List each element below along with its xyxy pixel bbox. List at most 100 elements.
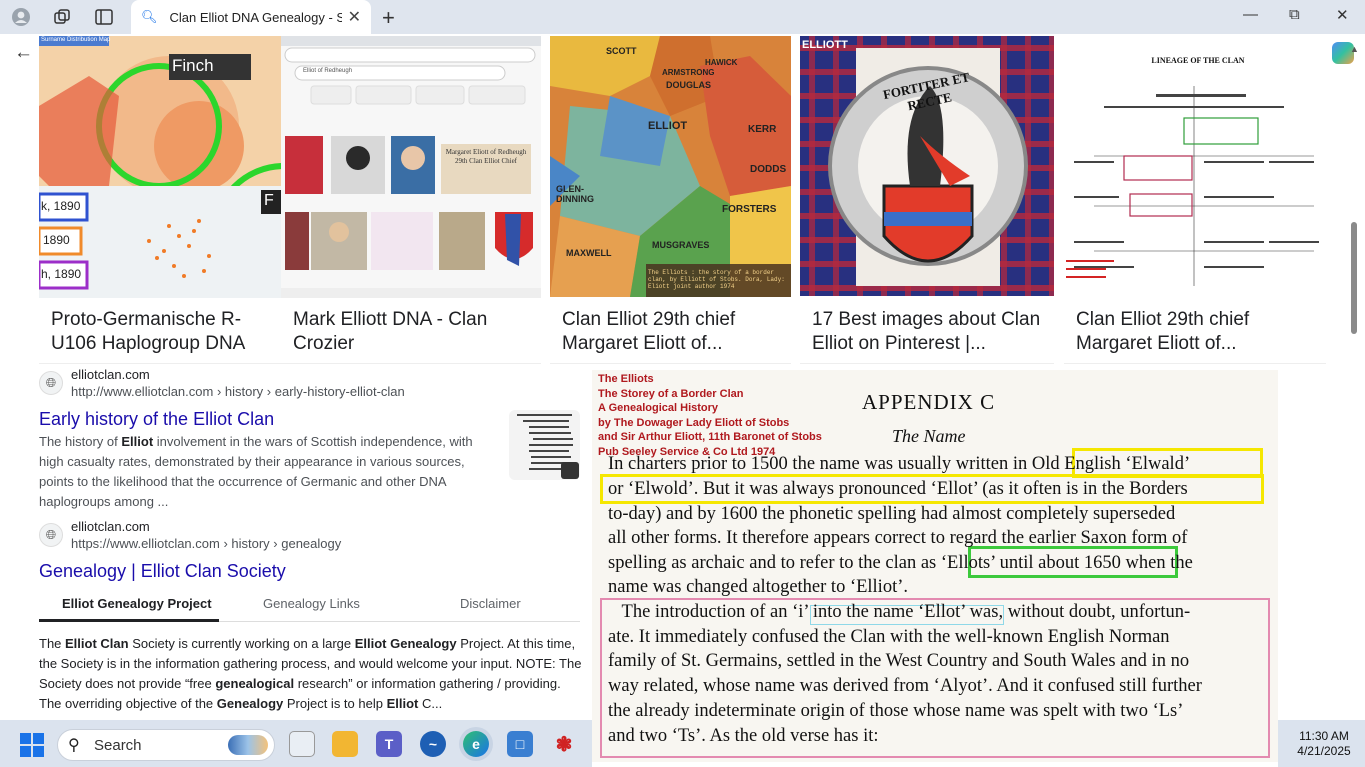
book-text-line: and two ‘Ts’. As the old verse has it: bbox=[608, 726, 879, 746]
image-result-1[interactable]: Surname Distribution Map Finch k, 1890 1… bbox=[39, 36, 281, 364]
image-thumbnail[interactable]: SCOTT HAWICK ARMSTRONG DOUGLAS ELLIOT KE… bbox=[550, 36, 791, 297]
book-header-line: and Sir Arthur Eliott, 11th Baronet of S… bbox=[598, 431, 822, 443]
tab-active[interactable]: 🔍︎ Clan Elliot DNA Genealogy - Searc ✕ bbox=[131, 0, 371, 34]
book-text-line: the already indeterminate origin of thos… bbox=[608, 701, 1184, 721]
book-text-line: The introduction of an ‘i’ into the name… bbox=[608, 602, 1191, 622]
book-text-line: way related, whose name was derived from… bbox=[608, 676, 1202, 696]
result-site-name[interactable]: elliotclan.com bbox=[71, 519, 150, 534]
map-word: ARMSTRONG bbox=[662, 68, 715, 77]
image-result-5[interactable]: LINEAGE OF THE CLAN Clan Elliot 29th chi… bbox=[1064, 36, 1326, 364]
image-caption[interactable]: Mark Elliott DNA - Clan Crozier bbox=[293, 308, 533, 358]
image-result-4[interactable]: ELLIOTT FORTITER ET RECTE 17 Best images… bbox=[800, 36, 1054, 364]
clock-time: 11:30 AM bbox=[1299, 729, 1349, 743]
edge-browser-icon[interactable]: e bbox=[463, 731, 489, 757]
scroll-up-icon[interactable]: ▲ bbox=[1350, 44, 1359, 54]
result-url[interactable]: https://www.elliotclan.com › history › g… bbox=[71, 536, 341, 551]
profile-icon[interactable] bbox=[10, 7, 32, 27]
map-word: HAWICK bbox=[705, 58, 738, 67]
subtab-elliot-genealogy-project[interactable]: Elliot Genealogy Project bbox=[62, 596, 212, 611]
remote-desktop-icon[interactable]: □ bbox=[507, 731, 533, 757]
globe-icon: 🌐︎ bbox=[39, 523, 63, 547]
book-text-line: In charters prior to 1500 the name was u… bbox=[608, 454, 1191, 474]
result-title-link[interactable]: Genealogy | Elliot Clan Society bbox=[39, 561, 286, 582]
result-url[interactable]: http://www.elliotclan.com › history › ea… bbox=[71, 384, 405, 399]
map-word: FORSTERS bbox=[722, 204, 777, 215]
book-page-image: The Elliots The Storey of a Border Clan … bbox=[592, 370, 1278, 762]
tab-title: Clan Elliot DNA Genealogy - Searc bbox=[169, 9, 342, 25]
image-caption[interactable]: 17 Best images about Clan Elliot on Pint… bbox=[812, 308, 1046, 358]
lineage-heading: LINEAGE OF THE CLAN bbox=[1151, 56, 1245, 65]
back-arrow-icon[interactable]: ← bbox=[14, 42, 33, 64]
restore-icon[interactable]: ⧉ bbox=[1289, 6, 1300, 23]
subtab-disclaimer[interactable]: Disclaimer bbox=[460, 596, 521, 611]
browser-titlebar: 🔍︎ Clan Elliot DNA Genealogy - Searc ✕ +… bbox=[0, 0, 1365, 34]
book-text-line: name was changed altogether to ‘Elliot’. bbox=[608, 577, 909, 597]
book-text-line: family of St. Germains, settled in the W… bbox=[608, 651, 1190, 671]
map-footer: The Elliots : the story of a border clan… bbox=[648, 269, 785, 290]
minimize-icon[interactable]: — bbox=[1243, 6, 1258, 23]
scrollbar-thumb[interactable] bbox=[1351, 222, 1357, 334]
result-snippet: The history of Elliot involvement in the… bbox=[39, 434, 473, 509]
inner-search-text: Elliot of Redheugh bbox=[303, 68, 353, 74]
subtab-genealogy-links[interactable]: Genealogy Links bbox=[263, 596, 360, 611]
result-subtabs: Elliot Genealogy Project Genealogy Links… bbox=[39, 590, 580, 622]
close-tab-icon[interactable]: ✕ bbox=[348, 7, 361, 27]
image-thumbnail[interactable]: ELLIOTT FORTITER ET RECTE bbox=[800, 36, 1054, 296]
image-caption[interactable]: Clan Elliot 29th chief Margaret Eliott o… bbox=[1076, 308, 1318, 358]
system-clock[interactable]: 11:30 AM 4/21/2025 bbox=[1284, 729, 1364, 759]
taskbar-search-label: Search bbox=[94, 737, 142, 754]
book-header-line: by The Dowager Lady Eliott of Stobs bbox=[598, 416, 790, 429]
book-header-line: The Storey of a Border Clan bbox=[598, 387, 744, 400]
map-word: MUSGRAVES bbox=[652, 240, 710, 250]
map-title: Surname Distribution Map bbox=[41, 37, 111, 43]
active-subtab-indicator bbox=[39, 619, 219, 622]
taskbar-search[interactable]: ⚲ Search bbox=[57, 729, 275, 761]
vertical-tabs-icon[interactable] bbox=[93, 7, 115, 27]
globe-icon: 🌐︎ bbox=[39, 371, 63, 395]
map-word: DODDS bbox=[750, 164, 787, 175]
book-header-line: The Elliots bbox=[598, 373, 654, 385]
map-corner-letter: F bbox=[264, 192, 274, 209]
search-highlight-image bbox=[228, 735, 268, 755]
image-thumbnail[interactable]: Margaret Eliott of Redheugh 29th Clan El… bbox=[281, 36, 541, 298]
map-label: k, 1890 bbox=[41, 199, 81, 213]
image-thumbnail[interactable]: LINEAGE OF THE CLAN bbox=[1064, 36, 1326, 298]
book-text-line: or ‘Elwold’. But it was always pronounce… bbox=[608, 479, 1188, 499]
sync-icon[interactable]: ~ bbox=[420, 731, 446, 757]
image-result-2[interactable]: Margaret Eliott of Redheugh 29th Clan El… bbox=[281, 36, 541, 364]
result-snippet: The Elliot Clan Society is currently wor… bbox=[39, 636, 582, 711]
map-word: GLEN-DINNING bbox=[556, 184, 594, 204]
result-thumbnail[interactable] bbox=[509, 410, 580, 480]
book-header: The Elliots The Storey of a Border Clan … bbox=[598, 372, 822, 459]
teams-icon[interactable]: T bbox=[376, 731, 402, 757]
file-explorer-icon[interactable] bbox=[332, 731, 358, 757]
book-text-line: all other forms. It therefore appears co… bbox=[608, 528, 1188, 548]
image-result-3[interactable]: SCOTT HAWICK ARMSTRONG DOUGLAS ELLIOT KE… bbox=[550, 36, 791, 364]
book-header-line: A Genealogical History bbox=[598, 402, 719, 414]
map-label: h, 1890 bbox=[41, 267, 82, 281]
search-icon: ⚲ bbox=[68, 737, 80, 754]
search-icon: 🔍︎ bbox=[141, 9, 158, 24]
map-word: KERR bbox=[748, 124, 777, 135]
image-caption[interactable]: Proto-Germanische R-U106 Haplogroup DNA … bbox=[51, 308, 273, 358]
image-thumbnail[interactable]: Surname Distribution Map Finch k, 1890 1… bbox=[39, 36, 281, 298]
windows-start-icon[interactable] bbox=[20, 733, 44, 757]
inset-text: Margaret Eliott of Redheugh 29th Clan El… bbox=[445, 148, 527, 165]
new-tab-icon[interactable]: + bbox=[382, 5, 395, 31]
clock-date: 4/21/2025 bbox=[1297, 744, 1351, 758]
fish-game-icon[interactable]: ❃ bbox=[551, 731, 577, 757]
book-text-line: ate. It immediately confused the Clan wi… bbox=[608, 627, 1170, 647]
result-title-link[interactable]: Early history of the Elliot Clan bbox=[39, 409, 274, 430]
result-site-name[interactable]: elliotclan.com bbox=[71, 367, 150, 382]
window-close-icon[interactable]: ✕ bbox=[1336, 6, 1349, 24]
book-text-line: spelling as archaic and to refer to the … bbox=[608, 553, 1193, 573]
map-word: DOUGLAS bbox=[666, 80, 711, 90]
image-caption[interactable]: Clan Elliot 29th chief Margaret Eliott o… bbox=[562, 308, 783, 358]
section-heading: The Name bbox=[892, 426, 966, 446]
task-view-icon[interactable] bbox=[289, 731, 315, 757]
map-word: SCOTT bbox=[606, 46, 637, 56]
book-text-line: to-day) and by 1600 the phonetic spellin… bbox=[608, 504, 1176, 524]
workspaces-icon[interactable] bbox=[51, 7, 73, 27]
map-label: 1890 bbox=[43, 233, 70, 247]
map-word: ELLIOT bbox=[648, 120, 688, 132]
